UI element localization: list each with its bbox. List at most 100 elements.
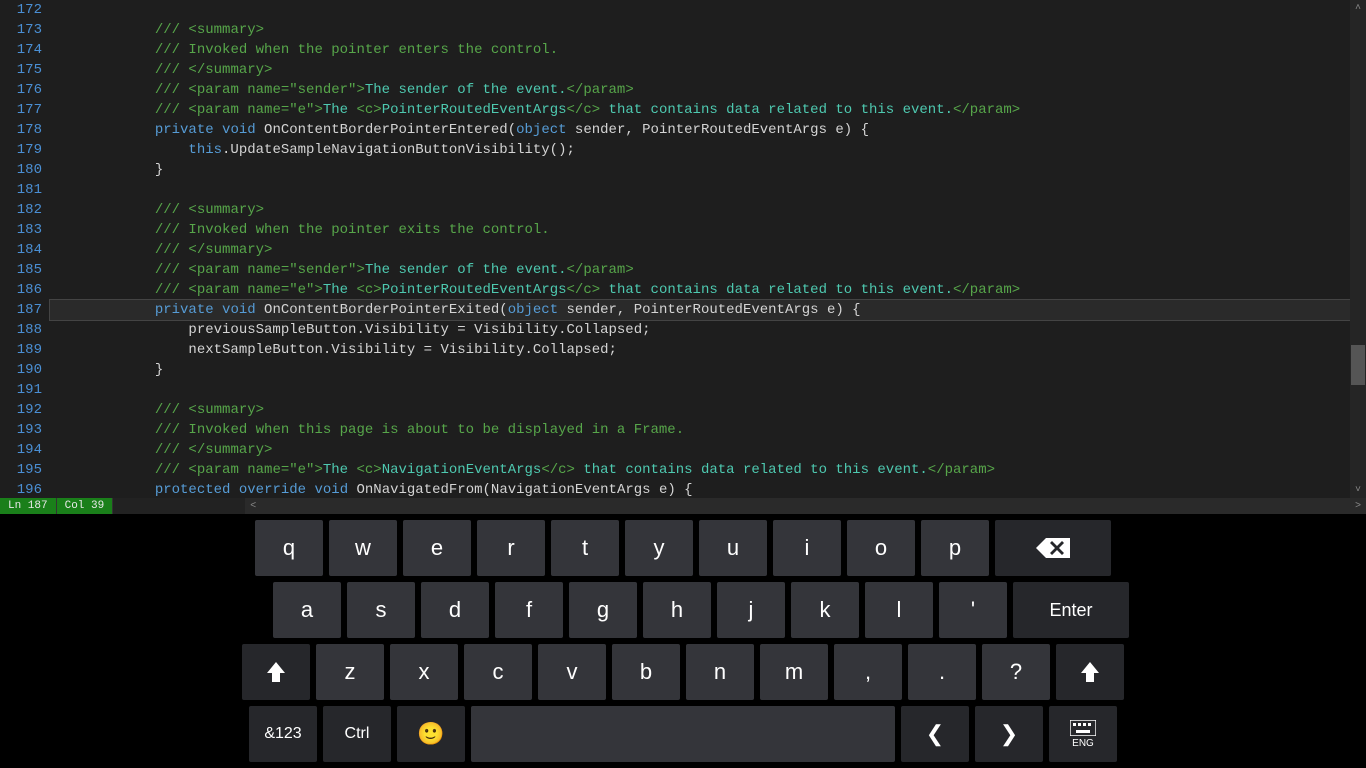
line-number: 180 <box>0 160 42 180</box>
code-line[interactable]: /// Invoked when this page is about to b… <box>50 420 1366 440</box>
line-number: 192 <box>0 400 42 420</box>
line-number: 176 <box>0 80 42 100</box>
line-number: 175 <box>0 60 42 80</box>
code-line[interactable]: /// <param name="e">The <c>NavigationEve… <box>50 460 1366 480</box>
horizontal-scrollbar[interactable]: ˂ ˃ <box>245 498 1366 514</box>
code-line[interactable]: previousSampleButton.Visibility = Visibi… <box>50 320 1366 340</box>
code-line[interactable]: /// Invoked when the pointer exits the c… <box>50 220 1366 240</box>
emoji-key[interactable]: 🙂 <box>397 706 465 762</box>
code-line[interactable]: /// <summary> <box>50 200 1366 220</box>
keyboard-icon <box>1070 720 1096 736</box>
code-line[interactable]: /// <summary> <box>50 400 1366 420</box>
key-h[interactable]: h <box>643 582 711 638</box>
key-b[interactable]: b <box>612 644 680 700</box>
touch-keyboard[interactable]: qwertyuiop asdfghjkl'Enter zxcvbnm,.? &1… <box>0 514 1366 768</box>
code-editor[interactable]: 1721731741751761771781791801811821831841… <box>0 0 1366 498</box>
shift-up-icon <box>1081 662 1099 682</box>
key-o[interactable]: o <box>847 520 915 576</box>
key-e[interactable]: e <box>403 520 471 576</box>
code-area[interactable]: /// <summary> /// Invoked when the point… <box>50 0 1366 498</box>
code-line[interactable]: /// <param name="sender">The sender of t… <box>50 260 1366 280</box>
code-line[interactable]: /// <param name="sender">The sender of t… <box>50 80 1366 100</box>
key-i[interactable]: i <box>773 520 841 576</box>
key-a[interactable]: a <box>273 582 341 638</box>
backspace-key[interactable] <box>995 520 1111 576</box>
key-x[interactable]: x <box>390 644 458 700</box>
code-line[interactable]: nextSampleButton.Visibility = Visibility… <box>50 340 1366 360</box>
space-key[interactable] <box>471 706 895 762</box>
shift-key-right[interactable] <box>1056 644 1124 700</box>
code-line[interactable]: /// </summary> <box>50 240 1366 260</box>
code-line[interactable]: } <box>50 160 1366 180</box>
key-,[interactable]: , <box>834 644 902 700</box>
key-k[interactable]: k <box>791 582 859 638</box>
key-m[interactable]: m <box>760 644 828 700</box>
key-g[interactable]: g <box>569 582 637 638</box>
code-line[interactable]: /// <param name="e">The <c>PointerRouted… <box>50 280 1366 300</box>
enter-key[interactable]: Enter <box>1013 582 1129 638</box>
line-number: 193 <box>0 420 42 440</box>
line-number: 179 <box>0 140 42 160</box>
left-arrow-key[interactable]: ❮ <box>901 706 969 762</box>
code-line[interactable]: this.UpdateSampleNavigationButtonVisibil… <box>50 140 1366 160</box>
key-v[interactable]: v <box>538 644 606 700</box>
line-number: 182 <box>0 200 42 220</box>
scroll-up-arrow-icon[interactable]: ˄ <box>1350 0 1366 16</box>
key-c[interactable]: c <box>464 644 532 700</box>
line-number: 181 <box>0 180 42 200</box>
line-number: 191 <box>0 380 42 400</box>
ctrl-key[interactable]: Ctrl <box>323 706 391 762</box>
scroll-right-arrow-icon[interactable]: ˃ <box>1350 498 1366 514</box>
code-line[interactable]: } <box>50 360 1366 380</box>
scroll-left-arrow-icon[interactable]: ˂ <box>245 498 261 514</box>
code-line[interactable]: private void OnContentBorderPointerEnter… <box>50 120 1366 140</box>
code-line[interactable]: /// <param name="e">The <c>PointerRouted… <box>50 100 1366 120</box>
line-number: 186 <box>0 280 42 300</box>
line-number: 188 <box>0 320 42 340</box>
code-line[interactable] <box>50 380 1366 400</box>
key-'[interactable]: ' <box>939 582 1007 638</box>
shift-up-icon <box>267 662 285 682</box>
right-arrow-key[interactable]: ❯ <box>975 706 1043 762</box>
code-line[interactable]: /// </summary> <box>50 60 1366 80</box>
key-d[interactable]: d <box>421 582 489 638</box>
code-line[interactable]: /// </summary> <box>50 440 1366 460</box>
key-p[interactable]: p <box>921 520 989 576</box>
key-n[interactable]: n <box>686 644 754 700</box>
line-number: 178 <box>0 120 42 140</box>
numsym-key[interactable]: &123 <box>249 706 317 762</box>
line-number: 177 <box>0 100 42 120</box>
key-r[interactable]: r <box>477 520 545 576</box>
scroll-down-arrow-icon[interactable]: ˅ <box>1350 482 1366 498</box>
line-number: 183 <box>0 220 42 240</box>
key-j[interactable]: j <box>717 582 785 638</box>
shift-key-left[interactable] <box>242 644 310 700</box>
status-line: Ln 187 <box>0 498 57 514</box>
line-number: 196 <box>0 480 42 500</box>
language-key[interactable]: ENG <box>1049 706 1117 762</box>
vertical-scrollbar[interactable]: ˄ ˅ <box>1350 0 1366 498</box>
key-s[interactable]: s <box>347 582 415 638</box>
key-w[interactable]: w <box>329 520 397 576</box>
line-number: 189 <box>0 340 42 360</box>
code-line[interactable] <box>50 0 1366 20</box>
key-l[interactable]: l <box>865 582 933 638</box>
scrollbar-thumb[interactable] <box>1351 345 1365 385</box>
key-q[interactable]: q <box>255 520 323 576</box>
line-number: 185 <box>0 260 42 280</box>
key-u[interactable]: u <box>699 520 767 576</box>
code-line[interactable] <box>50 180 1366 200</box>
line-number: 184 <box>0 240 42 260</box>
key-?[interactable]: ? <box>982 644 1050 700</box>
key-f[interactable]: f <box>495 582 563 638</box>
code-line[interactable]: protected override void OnNavigatedFrom(… <box>50 480 1366 500</box>
key-.[interactable]: . <box>908 644 976 700</box>
line-number: 190 <box>0 360 42 380</box>
code-line[interactable]: /// <summary> <box>50 20 1366 40</box>
key-t[interactable]: t <box>551 520 619 576</box>
code-line[interactable]: /// Invoked when the pointer enters the … <box>50 40 1366 60</box>
line-number: 172 <box>0 0 42 20</box>
key-y[interactable]: y <box>625 520 693 576</box>
key-z[interactable]: z <box>316 644 384 700</box>
code-line[interactable]: private void OnContentBorderPointerExite… <box>50 300 1366 320</box>
